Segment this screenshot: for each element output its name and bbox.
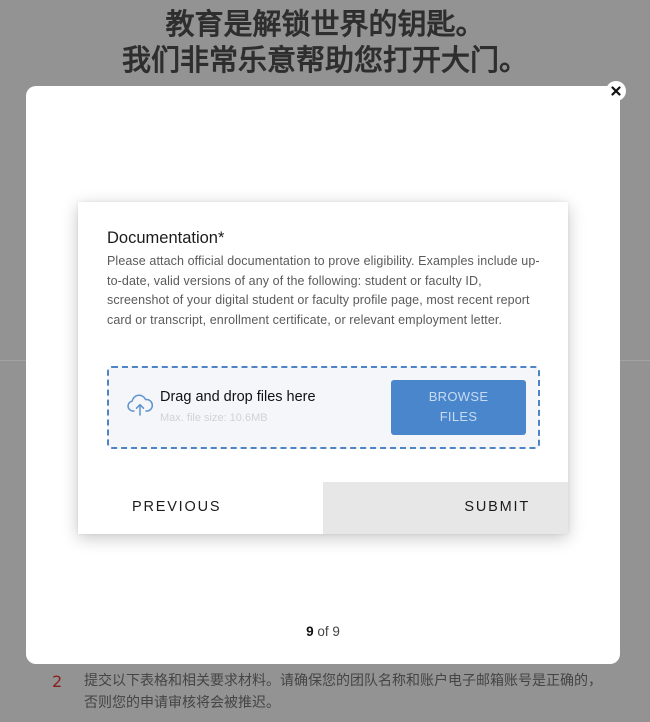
documentation-description: Please attach official documentation to … [107,254,540,327]
close-icon [611,86,621,96]
browse-files-button[interactable]: BROWSE FILES [391,380,526,435]
cloud-upload-icon [127,394,154,416]
dropzone-title: Drag and drop files here [160,389,316,405]
submit-button-label: SUBMIT [464,499,530,515]
page-separator: of [317,624,329,639]
page-heading: 教育是解锁世界的钥匙。 我们非常乐意帮助您打开大门。 [0,6,650,78]
dropzone-size-limit: Max. file size: 10.6MB [160,412,268,424]
previous-button-label: PREVIOUS [132,499,222,515]
browse-files-label-line-2: FILES [439,409,478,424]
background-step: 2 提交以下表格和相关要求材料。请确保您的团队名称和账户电子邮箱账号是正确的，否… [0,668,650,722]
previous-button[interactable]: PREVIOUS [78,482,323,534]
submit-button[interactable]: SUBMIT [323,482,568,534]
file-dropzone[interactable]: Drag and drop files here Max. file size:… [107,366,540,449]
documentation-card: Documentation* Please attach official do… [78,202,568,534]
page-heading-line-1: 教育是解锁世界的钥匙。 [165,7,485,41]
close-button[interactable] [606,81,626,101]
step-text: 提交以下表格和相关要求材料。请确保您的团队名称和账户电子邮箱账号是正确的，否则您… [84,673,602,711]
step-number: 2 [52,672,63,691]
page-current: 9 [306,624,314,639]
page-indicator: 9 of 9 [26,624,620,639]
browse-files-label-line-1: BROWSE [428,389,489,404]
documentation-title: Documentation* [107,229,225,247]
page-heading-line-2: 我们非常乐意帮助您打开大门。 [121,43,528,77]
page-total: 9 [332,624,340,639]
